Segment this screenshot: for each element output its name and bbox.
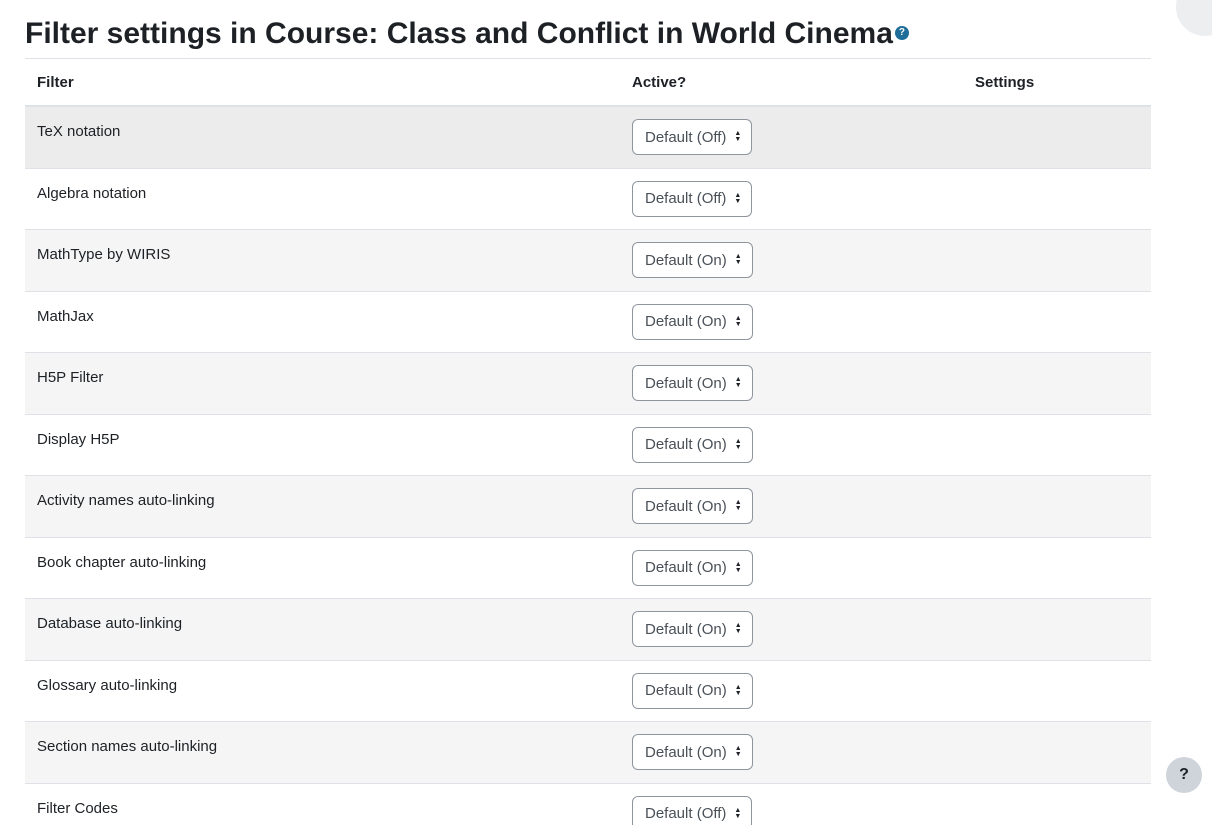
table-header: Filter Active? Settings bbox=[25, 59, 1151, 107]
sort-arrows-icon: ▲ ▼ bbox=[734, 499, 742, 513]
sort-arrows-icon: ▲ ▼ bbox=[734, 437, 742, 451]
active-select-value: Default (On) bbox=[645, 313, 727, 331]
active-select-value: Default (On) bbox=[645, 743, 727, 761]
floating-help-button[interactable]: ? bbox=[1166, 757, 1202, 793]
active-select-value: Default (On) bbox=[645, 682, 727, 700]
sort-arrows-icon: ▲ ▼ bbox=[734, 622, 742, 636]
column-header-settings: Settings bbox=[975, 73, 1035, 91]
filter-name: Algebra notation bbox=[37, 184, 147, 202]
active-select[interactable]: Default (On) ▲ ▼ bbox=[632, 242, 753, 279]
page-title: Filter settings in Course: Class and Con… bbox=[25, 14, 909, 54]
sort-arrows-icon: ▲ ▼ bbox=[734, 806, 742, 820]
active-select-value: Default (On) bbox=[645, 251, 727, 269]
filter-settings-table: Filter Active? Settings TeX notation Def… bbox=[25, 58, 1151, 825]
filter-name: MathJax bbox=[37, 307, 94, 325]
help-icon[interactable]: ? bbox=[894, 26, 909, 41]
active-select[interactable]: Default (On) ▲ ▼ bbox=[632, 303, 753, 340]
sort-arrows-icon: ▲ ▼ bbox=[734, 745, 742, 759]
filter-settings-cell bbox=[963, 661, 1151, 722]
active-select[interactable]: Default (On) ▲ ▼ bbox=[632, 426, 753, 463]
active-select-value: Default (Off) bbox=[645, 128, 727, 146]
table-row: Glossary auto-linking Default (On) ▲ ▼ bbox=[25, 661, 1151, 722]
filter-name: TeX notation bbox=[37, 123, 121, 140]
table-row: TeX notation Default (Off) ▲ ▼ bbox=[25, 107, 1151, 169]
active-select-value: Default (Off) bbox=[645, 190, 727, 208]
active-select-value: Default (On) bbox=[645, 436, 727, 454]
table-row: MathJax Default (On) ▲ ▼ bbox=[25, 292, 1151, 353]
table-row: H5P Filter Default (On) ▲ ▼ bbox=[25, 353, 1151, 415]
filter-name: Book chapter auto-linking bbox=[37, 553, 207, 571]
filter-name: Activity names auto-linking bbox=[37, 492, 215, 509]
table-row: MathType by WIRIS Default (On) ▲ ▼ bbox=[25, 230, 1151, 292]
filter-settings-cell bbox=[963, 169, 1151, 230]
filter-settings-cell bbox=[963, 353, 1151, 414]
active-select-value: Default (Off) bbox=[645, 805, 727, 823]
active-select-value: Default (On) bbox=[645, 374, 727, 392]
filter-settings-cell bbox=[963, 476, 1151, 537]
filter-settings-cell bbox=[963, 599, 1151, 660]
question-icon: ? bbox=[1179, 766, 1189, 783]
table-row: Section names auto-linking Default (On) ▲… bbox=[25, 722, 1151, 784]
active-select[interactable]: Default (On) ▲ ▼ bbox=[632, 365, 753, 402]
filter-settings-cell bbox=[963, 784, 1151, 825]
active-select-value: Default (On) bbox=[645, 620, 727, 638]
filter-name: Glossary auto-linking bbox=[37, 676, 178, 694]
page-title-text: Filter settings in Course: Class and Con… bbox=[25, 17, 893, 50]
filter-name: Display H5P bbox=[37, 430, 120, 448]
table-row: Database auto-linking Default (On) ▲ ▼ bbox=[25, 599, 1151, 661]
active-select[interactable]: Default (Off) ▲ ▼ bbox=[632, 795, 753, 825]
active-select-value: Default (On) bbox=[645, 559, 727, 577]
filter-name: Filter Codes bbox=[37, 799, 118, 817]
sort-arrows-icon: ▲ ▼ bbox=[734, 560, 742, 574]
table-row: Filter Codes Default (Off) ▲ ▼ bbox=[25, 784, 1151, 825]
page: Filter settings in Course: Class and Con… bbox=[0, 0, 1212, 825]
filter-settings-cell bbox=[963, 538, 1151, 599]
filter-name: Section names auto-linking bbox=[37, 738, 218, 755]
sort-arrows-icon: ▲ ▼ bbox=[734, 683, 742, 697]
filter-name: Database auto-linking bbox=[37, 615, 183, 632]
filter-settings-cell bbox=[963, 230, 1151, 291]
table-row: Activity names auto-linking Default (On)… bbox=[25, 476, 1151, 538]
filter-name: H5P Filter bbox=[37, 369, 104, 386]
active-select-value: Default (On) bbox=[645, 497, 727, 515]
sort-arrows-icon: ▲ ▼ bbox=[734, 191, 742, 205]
sort-arrows-icon: ▲ ▼ bbox=[734, 130, 742, 144]
active-select[interactable]: Default (On) ▲ ▼ bbox=[632, 672, 753, 709]
active-select[interactable]: Default (Off) ▲ ▼ bbox=[632, 119, 753, 156]
filter-settings-cell bbox=[963, 292, 1151, 353]
active-select[interactable]: Default (On) ▲ ▼ bbox=[632, 611, 753, 648]
active-select[interactable]: Default (Off) ▲ ▼ bbox=[632, 180, 753, 217]
active-select[interactable]: Default (On) ▲ ▼ bbox=[632, 549, 753, 586]
table-row: Book chapter auto-linking Default (On) ▲ ▼ bbox=[25, 538, 1151, 599]
filter-settings-cell bbox=[963, 722, 1151, 783]
sort-arrows-icon: ▲ ▼ bbox=[734, 376, 742, 390]
column-header-filter: Filter bbox=[37, 73, 74, 91]
filter-name: MathType by WIRIS bbox=[37, 246, 171, 263]
filter-settings-cell bbox=[963, 107, 1151, 168]
table-row: Display H5P Default (On) ▲ ▼ bbox=[25, 415, 1151, 476]
active-select[interactable]: Default (On) ▲ ▼ bbox=[632, 488, 753, 525]
active-select[interactable]: Default (On) ▲ ▼ bbox=[632, 734, 753, 771]
sort-arrows-icon: ▲ ▼ bbox=[734, 314, 742, 328]
sort-arrows-icon: ▲ ▼ bbox=[734, 253, 742, 267]
user-menu-avatar[interactable] bbox=[1176, 0, 1212, 36]
filter-settings-cell bbox=[963, 415, 1151, 476]
column-header-active: Active? bbox=[632, 73, 687, 91]
table-row: Algebra notation Default (Off) ▲ ▼ bbox=[25, 169, 1151, 230]
